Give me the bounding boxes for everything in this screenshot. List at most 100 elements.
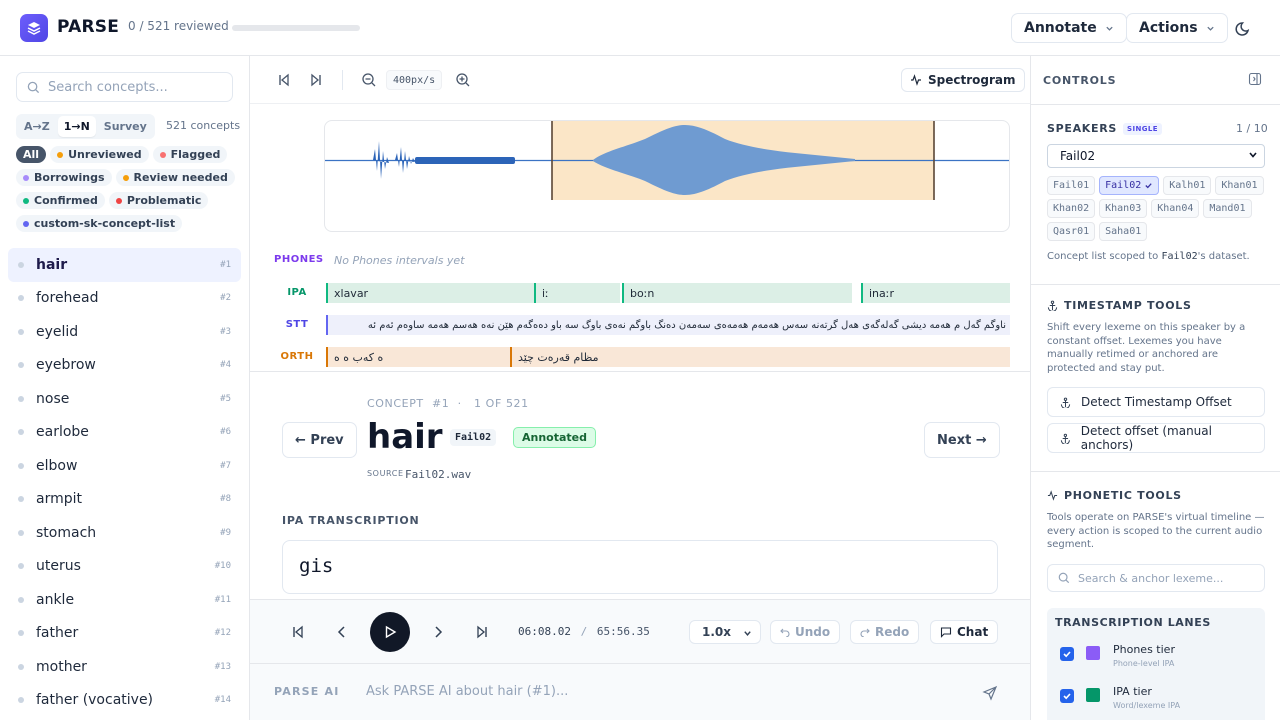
redo-icon — [860, 628, 870, 637]
status-dot-icon — [18, 462, 24, 469]
concept-search-input[interactable]: Search concepts... — [16, 72, 233, 102]
speaker-chips: Fail01 Fail02 Kalh01 Khan01 Khan02 Khan03 Khan… — [1047, 176, 1269, 241]
orth-tier: ORTH ه کەب ە ە مظام قەرەت چێد — [250, 345, 1030, 369]
annotate-menu-button[interactable]: Annotate — [1011, 13, 1127, 43]
orth-segment[interactable]: ه کەب ە ە — [326, 347, 510, 367]
undo-button[interactable]: Undo — [770, 620, 841, 644]
actions-menu-button[interactable]: Actions — [1126, 13, 1228, 43]
concept-list-item[interactable]: uterus #10 — [8, 550, 241, 584]
orth-segment[interactable]: مظام قەرەت چێد — [510, 347, 1010, 367]
detect-offset-manual-button[interactable]: Detect offset (manual anchors) — [1047, 423, 1265, 453]
filter-chip-label: Review needed — [133, 171, 228, 184]
concept-list-item[interactable]: hair #1 — [8, 248, 241, 282]
lane-checkbox[interactable] — [1060, 647, 1074, 661]
concept-list-item[interactable]: forehead #2 — [8, 282, 241, 316]
scope-note-prefix: Concept list scoped to — [1047, 251, 1162, 262]
filter-chip[interactable]: custom-sk-concept-list — [16, 215, 183, 232]
redo-button[interactable]: Redo — [850, 620, 920, 644]
speaker-chip[interactable]: Khan01 — [1215, 176, 1264, 195]
ipa-transcription-field[interactable]: gis — [282, 540, 998, 594]
speaker-chip[interactable]: Khan03 — [1099, 199, 1148, 218]
collapse-panel-icon[interactable] — [1248, 72, 1262, 86]
skip-end-icon[interactable] — [474, 624, 490, 640]
spectrogram-button[interactable]: Spectrogram — [901, 68, 1025, 92]
anchor-lexeme-search-input[interactable]: Search & anchor lexeme... — [1047, 564, 1265, 592]
source-label: SOURCE — [367, 469, 404, 478]
concept-list-item[interactable]: elbow #7 — [8, 449, 241, 483]
concept-list-item[interactable]: father (vocative) #14 — [8, 684, 241, 718]
playback-speed-select[interactable]: 1.0x — [689, 620, 761, 644]
filter-chip[interactable]: Review needed — [115, 169, 235, 186]
speaker-chip[interactable]: Khan04 — [1151, 199, 1200, 218]
step-forward-icon[interactable] — [430, 624, 446, 640]
zoom-out-icon[interactable] — [361, 72, 377, 88]
filter-chip[interactable]: Borrowings — [16, 169, 112, 186]
speaker-select[interactable]: Fail02 — [1047, 144, 1265, 168]
speaker-chip[interactable]: Kalh01 — [1163, 176, 1212, 195]
concept-list-item[interactable]: stomach #9 — [8, 516, 241, 550]
theme-toggle-moon-icon[interactable] — [1234, 18, 1254, 38]
filter-chip[interactable]: All — [16, 146, 47, 163]
status-badge: Annotated — [513, 427, 597, 448]
concept-list-item[interactable]: eyelid #3 — [8, 315, 241, 349]
next-concept-button[interactable]: Next → — [924, 422, 1000, 458]
speed-value: 1.0x — [702, 625, 731, 639]
review-progress-bar — [232, 25, 360, 31]
skip-start-icon[interactable] — [276, 72, 292, 88]
concept-name: elbow — [36, 457, 78, 474]
ipa-segment[interactable]: iː — [534, 283, 620, 303]
filter-chip[interactable]: Confirmed — [16, 192, 105, 209]
status-dot-icon — [18, 529, 24, 536]
undo-icon — [780, 628, 790, 637]
skip-start-icon[interactable] — [290, 624, 306, 640]
sort-numeric[interactable]: 1→N — [57, 116, 96, 137]
stt-segment[interactable]: ناوگم گەل م هەمە دیشی گەلەگەی هەل گرتەنە… — [326, 315, 1010, 335]
speaker-chip[interactable]: Fail01 — [1047, 176, 1096, 195]
chat-button[interactable]: Chat — [930, 620, 999, 644]
concept-list-item[interactable]: father #12 — [8, 617, 241, 651]
waveform-panel[interactable] — [324, 120, 1010, 232]
speaker-chip[interactable]: Fail02 — [1099, 176, 1160, 195]
ipa-segment[interactable]: xlavar — [326, 283, 534, 303]
detect-timestamp-offset-button[interactable]: Detect Timestamp Offset — [1047, 387, 1265, 417]
status-dot-icon — [18, 429, 24, 436]
speaker-select-value: Fail02 — [1060, 149, 1096, 163]
concept-number: #10 — [214, 561, 231, 572]
phonetic-note: Tools operate on PARSE's virtual timelin… — [1047, 512, 1265, 550]
skip-end-icon[interactable] — [308, 72, 324, 88]
lane-checkbox[interactable] — [1060, 689, 1074, 703]
concept-list-item[interactable]: ankle #11 — [8, 583, 241, 617]
concept-count: 521 concepts — [166, 119, 241, 132]
prev-concept-button[interactable]: ← Prev — [282, 422, 357, 458]
concept-list-item[interactable]: armpit #8 — [8, 483, 241, 517]
speaker-chip[interactable]: Mand01 — [1203, 199, 1252, 218]
status-dot-icon — [18, 295, 24, 302]
ipa-segment[interactable]: inaːr — [861, 283, 1010, 303]
divider — [1031, 104, 1280, 105]
filter-chip-label: Unreviewed — [68, 148, 142, 161]
filter-chip[interactable]: Flagged — [152, 146, 228, 163]
filter-chip[interactable]: Unreviewed — [50, 146, 149, 163]
lane-color-swatch — [1086, 646, 1100, 660]
sort-az[interactable]: A→Z — [18, 116, 56, 137]
speaker-chip[interactable]: Khan02 — [1047, 199, 1096, 218]
speaker-chip[interactable]: Saha01 — [1099, 222, 1148, 241]
speaker-chip[interactable]: Qasr01 — [1047, 222, 1096, 241]
ai-input[interactable]: Ask PARSE AI about hair (#1)... — [366, 684, 568, 699]
send-icon[interactable] — [982, 685, 998, 701]
filter-chip[interactable]: Problematic — [108, 192, 209, 209]
concept-name: father — [36, 625, 79, 642]
concept-list-item[interactable]: nose #5 — [8, 382, 241, 416]
speaker-badge: Fail02 — [450, 429, 497, 446]
sort-survey[interactable]: Survey — [98, 116, 153, 137]
concept-list-item[interactable]: earlobe #6 — [8, 416, 241, 450]
concept-list-item[interactable]: eyebrow #4 — [8, 349, 241, 383]
ipa-segment[interactable]: boːn — [622, 283, 852, 303]
step-back-icon[interactable] — [334, 624, 350, 640]
detect-offset-label: Detect Timestamp Offset — [1081, 395, 1232, 409]
play-button[interactable] — [370, 612, 410, 652]
concept-list-item[interactable]: mother #13 — [8, 650, 241, 684]
lane-name: IPA tier — [1113, 685, 1152, 698]
concept-number: #1 — [220, 259, 231, 270]
zoom-in-icon[interactable] — [455, 72, 471, 88]
